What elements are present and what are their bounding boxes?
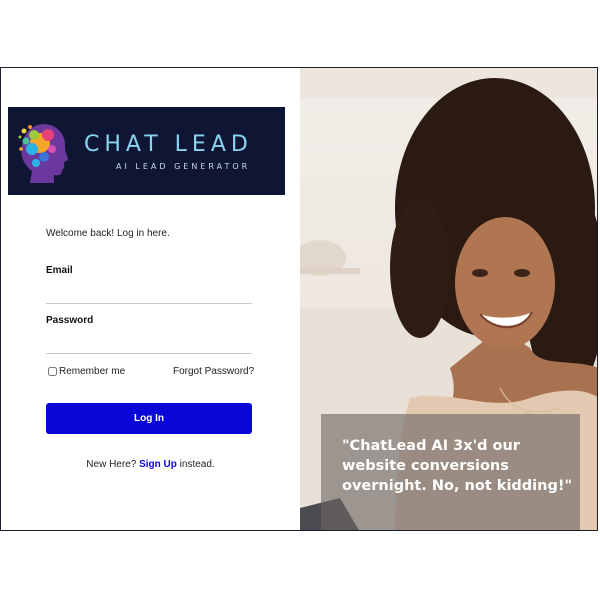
login-button[interactable]: Log In — [46, 403, 252, 434]
testimonial-quote: "ChatLead AI 3x'd our website conversion… — [342, 438, 573, 494]
testimonial-box: "ChatLead AI 3x'd our website conversion… — [321, 414, 580, 530]
signup-suffix: instead. — [179, 459, 215, 470]
welcome-text: Welcome back! Log in here. — [46, 228, 170, 239]
email-label: Email — [46, 265, 73, 276]
brand-subtitle: AI LEAD GENERATOR — [116, 162, 251, 171]
password-field[interactable] — [46, 333, 252, 354]
remember-me-label: Remember me — [59, 366, 126, 377]
brand-title: CHAT LEAD — [84, 132, 253, 157]
signup-row: New Here? Sign Up instead. — [1, 459, 300, 470]
head-logo-icon — [18, 124, 68, 183]
remember-me-checkbox[interactable] — [48, 367, 57, 376]
signup-link[interactable]: Sign Up — [139, 459, 177, 470]
signup-prefix: New Here? — [86, 459, 137, 470]
hero-panel: "ChatLead AI 3x'd our website conversion… — [300, 68, 597, 530]
email-field[interactable] — [46, 283, 252, 304]
login-panel: CHAT LEAD AI LEAD GENERATOR Welcome back… — [1, 68, 300, 530]
login-page: CHAT LEAD AI LEAD GENERATOR Welcome back… — [0, 67, 598, 531]
password-label: Password — [46, 315, 94, 326]
forgot-password-link[interactable]: Forgot Password? — [173, 366, 254, 377]
brand-banner: CHAT LEAD AI LEAD GENERATOR — [8, 107, 285, 195]
remember-me[interactable]: Remember me — [48, 366, 125, 377]
